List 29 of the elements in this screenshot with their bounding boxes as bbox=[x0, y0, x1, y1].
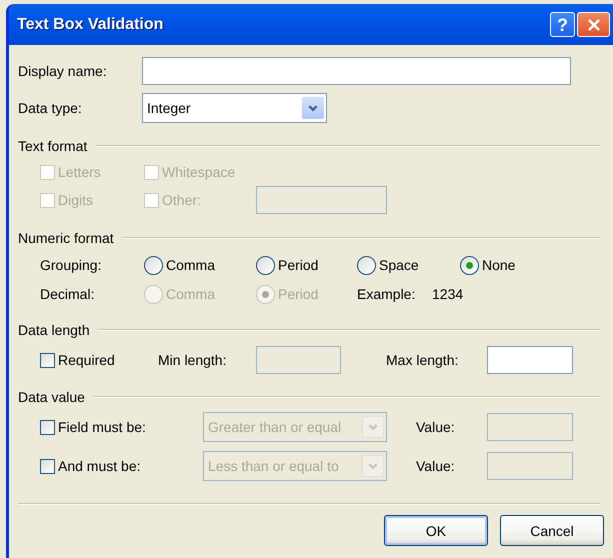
field-label: Min length: bbox=[158, 352, 226, 368]
example-value: 1234 bbox=[432, 286, 464, 302]
field-label: Data type: bbox=[18, 100, 82, 116]
radio-button[interactable]: Space bbox=[357, 256, 419, 274]
help-button[interactable]: ? bbox=[550, 12, 575, 37]
radio-button[interactable]: None bbox=[460, 256, 516, 274]
dialog-button[interactable]: Cancel bbox=[500, 515, 604, 546]
close-button[interactable] bbox=[577, 12, 610, 37]
field-label: Decimal: bbox=[40, 286, 94, 302]
input-field[interactable] bbox=[142, 57, 571, 85]
checkbox[interactable]: Field must be: bbox=[40, 419, 146, 435]
dropdown[interactable]: Integer bbox=[142, 93, 327, 123]
radio-button[interactable]: Period bbox=[256, 256, 318, 274]
field-label: Value: bbox=[416, 458, 455, 474]
window-title: Text Box Validation bbox=[17, 16, 164, 34]
field-label: Example: bbox=[357, 286, 416, 302]
dialog-button[interactable]: OK bbox=[384, 515, 488, 546]
radio-button[interactable]: Comma bbox=[144, 256, 216, 274]
field-label: Value: bbox=[416, 419, 455, 435]
section-heading: Data length bbox=[18, 322, 90, 338]
section-heading: Numeric format bbox=[18, 230, 114, 246]
field-label: Display name: bbox=[18, 63, 107, 79]
checkbox[interactable]: Required bbox=[40, 352, 115, 368]
section-heading: Data value bbox=[18, 389, 85, 405]
input-field[interactable] bbox=[487, 346, 573, 374]
field-label: Grouping: bbox=[40, 257, 102, 273]
field-label: Max length: bbox=[386, 352, 458, 368]
checkbox[interactable]: And must be: bbox=[40, 458, 140, 474]
section-heading: Text format bbox=[18, 138, 88, 154]
